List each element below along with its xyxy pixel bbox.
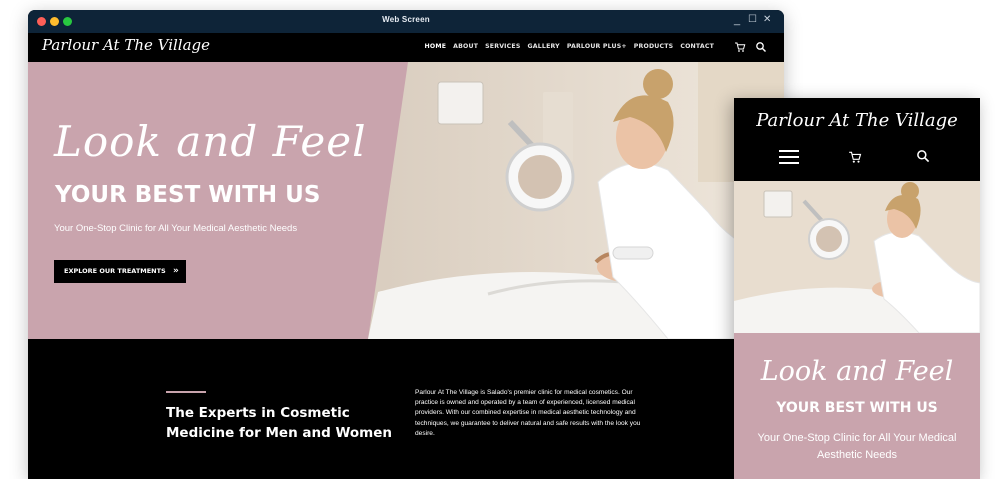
mobile-script-heading: Look and Feel: [760, 356, 954, 387]
minimize-button[interactable]: _: [734, 13, 740, 27]
explore-button-label: EXPLORE OUR TREATMENTS: [64, 267, 166, 275]
hero-title: YOUR BEST WITH US: [55, 182, 321, 208]
nav-services[interactable]: SERVICES: [485, 43, 520, 50]
explore-treatments-button[interactable]: EXPLORE OUR TREATMENTS »: [54, 260, 186, 283]
accent-divider: [166, 391, 206, 393]
window-titlebar: Web Screen _ ☐ ✕: [28, 10, 784, 33]
mobile-hero-photo: [734, 181, 980, 333]
cart-icon[interactable]: [734, 41, 746, 53]
hero-script-heading: Look and Feel: [54, 117, 367, 166]
nav-home[interactable]: HOME: [425, 43, 447, 50]
site-logo[interactable]: Parlour At The Village: [42, 36, 210, 54]
mobile-search-icon[interactable]: [916, 149, 930, 163]
hero-section: Look and Feel YOUR BEST WITH US Your One…: [28, 62, 784, 339]
desktop-browser-window: Web Screen _ ☐ ✕ Parlour At The Village …: [28, 10, 784, 479]
mobile-preview: Parlour At The Village Look and Feel YOU…: [734, 98, 980, 479]
nav-gallery[interactable]: GALLERY: [528, 43, 560, 50]
mobile-navbar: Parlour At The Village: [734, 98, 980, 181]
mobile-logo[interactable]: Parlour At The Village: [734, 110, 980, 131]
hero-photo: [368, 62, 784, 339]
about-body: Parlour At The Village is Salado's premi…: [415, 389, 641, 437]
close-button[interactable]: ✕: [763, 13, 771, 27]
nav-about[interactable]: ABOUT: [453, 43, 478, 50]
about-title: The Experts in Cosmetic Medicine for Men…: [166, 405, 392, 441]
nav-links: HOME ABOUT SERVICES GALLERY PARLOUR PLUS…: [425, 43, 715, 50]
maximize-button[interactable]: ☐: [748, 13, 757, 27]
mobile-subtitle: Your One-Stop Clinic for All Your Medica…: [757, 432, 957, 461]
about-section: The Experts in Cosmetic Medicine for Men…: [28, 339, 784, 479]
nav-contact[interactable]: CONTACT: [680, 43, 714, 50]
hero-subtitle: Your One-Stop Clinic for All Your Medica…: [54, 223, 298, 234]
window-title: Web Screen: [382, 15, 430, 24]
nav-parlour-plus[interactable]: PARLOUR PLUS+: [567, 43, 627, 50]
search-icon[interactable]: [755, 41, 767, 53]
mobile-cart-icon[interactable]: [848, 150, 862, 164]
double-chevron-icon: »: [173, 266, 179, 276]
site-navbar: Parlour At The Village HOME ABOUT SERVIC…: [28, 33, 784, 62]
menu-icon[interactable]: [779, 150, 799, 164]
nav-products[interactable]: PRODUCTS: [634, 43, 674, 50]
mobile-title: YOUR BEST WITH US: [776, 400, 938, 416]
